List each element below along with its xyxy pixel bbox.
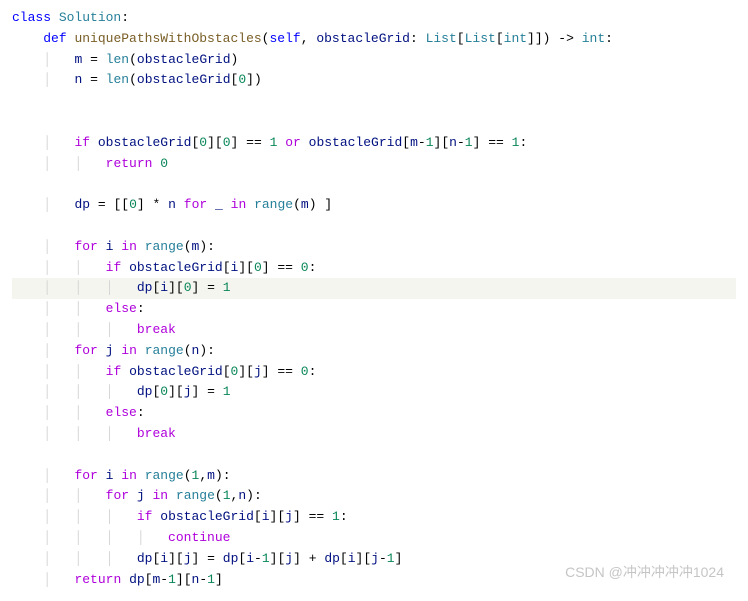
code-line: │ if obstacleGrid[0][0] == 1 or obstacle… (12, 133, 736, 154)
code-line: │ for j in range(n): (12, 341, 736, 362)
code-line: │ for i in range(m): (12, 237, 736, 258)
code-line (12, 91, 736, 112)
code-line: │ │ else: (12, 299, 736, 320)
code-line: │ │ else: (12, 403, 736, 424)
function-name: uniquePathsWithObstacles (74, 31, 261, 46)
code-line (12, 174, 736, 195)
code-line: │ for i in range(1,m): (12, 466, 736, 487)
code-line (12, 445, 736, 466)
keyword-class: class (12, 10, 51, 25)
code-line: │ return dp[m-1][n-1] (12, 570, 736, 591)
code-line: │ │ │ break (12, 320, 736, 341)
code-line: │ │ │ dp[0][j] = 1 (12, 382, 736, 403)
code-editor[interactable]: class Solution: def uniquePathsWithObsta… (12, 8, 736, 590)
code-line-highlighted: │ │ │ dp[i][0] = 1 (12, 278, 736, 299)
code-line: │ m = len(obstacleGrid) (12, 50, 736, 71)
code-line: │ │ for j in range(1,n): (12, 486, 736, 507)
code-line: │ dp = [[0] * n for _ in range(m) ] (12, 195, 736, 216)
code-line: │ │ │ │ continue (12, 528, 736, 549)
code-line: │ │ │ if obstacleGrid[i][j] == 1: (12, 507, 736, 528)
code-line (12, 112, 736, 133)
keyword-def: def (43, 31, 66, 46)
code-line: │ │ if obstacleGrid[i][0] == 0: (12, 258, 736, 279)
code-line: │ │ │ break (12, 424, 736, 445)
code-line: │ n = len(obstacleGrid[0]) (12, 70, 736, 91)
code-line: │ │ return 0 (12, 154, 736, 175)
code-line: class Solution: (12, 8, 736, 29)
class-name: Solution (59, 10, 121, 25)
code-line (12, 216, 736, 237)
code-line: │ │ │ dp[i][j] = dp[i-1][j] + dp[i][j-1] (12, 549, 736, 570)
code-line: │ │ if obstacleGrid[0][j] == 0: (12, 362, 736, 383)
code-line: def uniquePathsWithObstacles(self, obsta… (12, 29, 736, 50)
